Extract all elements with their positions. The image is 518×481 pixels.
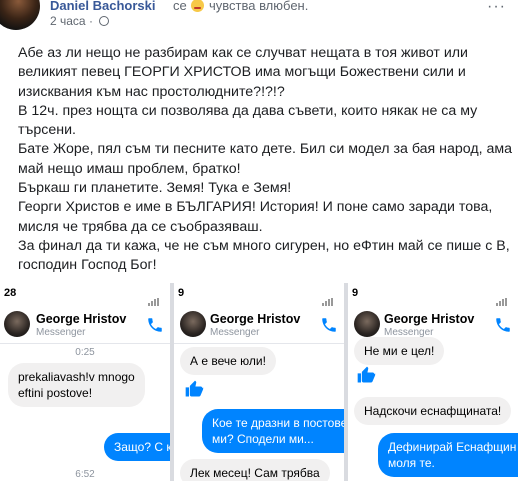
signal-icon — [322, 288, 340, 306]
feeling-prefix: се — [173, 0, 187, 13]
phone-icon — [322, 318, 336, 332]
phone-icon — [496, 318, 510, 332]
message-timestamp: 6:52 — [75, 469, 95, 480]
signal-icon — [148, 288, 166, 306]
photo-gallery: 28 George Hristov Messenger 0:25 prekali… — [0, 283, 518, 481]
contact-subtitle: Messenger — [36, 327, 86, 338]
author-avatar[interactable] — [0, 0, 40, 30]
chat-screenshot-2[interactable]: 9 George Hristov Messenger А е вече юли!… — [174, 283, 344, 481]
chat-screenshot-3[interactable]: 9 George Hristov Messenger Не ми е цел! … — [348, 283, 518, 481]
post-line: Абе аз ли нещо не разбирам как се случва… — [18, 45, 468, 61]
post-header: Daniel Bachorski се чувства влюбен. 2 ча… — [0, 0, 518, 40]
thumbs-up-icon — [185, 380, 204, 397]
message-line: eftini postove! — [18, 386, 93, 400]
post-meta: 2 часа · — [50, 14, 110, 28]
signal-icon — [496, 288, 514, 306]
more-options-icon[interactable]: ··· — [487, 0, 506, 16]
contact-name: George Hristov — [384, 312, 475, 326]
post-body: Абе аз ли нещо не разбирам как се случва… — [18, 44, 513, 276]
feeling-text: чувства влюбен. — [208, 0, 309, 13]
header-divider — [0, 343, 170, 344]
post-time[interactable]: 2 часа — [50, 14, 86, 28]
incoming-message: Не ми е цел! — [354, 337, 445, 365]
chat-screenshot-1[interactable]: 28 George Hristov Messenger 0:25 prekali… — [0, 283, 170, 481]
post-line: търсени. — [18, 122, 76, 139]
outgoing-message: Кое те дразни в постове ми? Сподели ми..… — [202, 409, 344, 453]
message-line: моля те. — [388, 456, 435, 470]
post-line: мисля че трябва да се съобразяваш. — [18, 218, 263, 235]
incoming-message: Лек месец! Сам трябва — [180, 459, 330, 481]
thumbs-up-icon — [357, 366, 376, 383]
message-line: prekaliavash!v mnogo — [18, 370, 135, 384]
post-line: великият певец ГЕОРГИ ХРИСТОВ има могъщи… — [18, 64, 466, 81]
outgoing-message: Дефинирай Еснафщин моля те. — [378, 433, 518, 477]
in-love-emoji-icon — [191, 0, 205, 12]
post-line: май нещо имаш проблем, братко! — [18, 160, 241, 177]
message-line: ми? Сподели ми... — [212, 432, 314, 446]
incoming-message: prekaliavash!v mnogo eftini postove! — [8, 363, 145, 407]
post-line: господин Господ Бог! — [18, 257, 157, 274]
status-time: 9 — [178, 287, 185, 299]
feeling-status: се чувства влюбен. — [173, 0, 308, 13]
contact-avatar — [180, 311, 206, 337]
post-line: За финал да ти кажа, че не съм много сиг… — [18, 237, 510, 254]
status-time: 9 — [352, 287, 359, 299]
globe-icon — [99, 16, 110, 26]
message-line: Дефинирай Еснафщин — [388, 440, 517, 454]
post-line: изисквания към нас простолюдните?!?!? — [18, 83, 285, 100]
post-line: Бъркаш ги планетите. Земя! Тука е Земя! — [18, 180, 292, 197]
post-line: Георги Христов е име в БЪЛГАРИЯ! История… — [18, 199, 493, 216]
header-divider — [174, 343, 344, 344]
phone-icon — [148, 318, 162, 332]
post-line: В 12ч. през нощта си позволява да дава с… — [18, 102, 478, 119]
incoming-message: Надскочи еснафщината! — [354, 397, 512, 425]
author-name[interactable]: Daniel Bachorski — [50, 0, 156, 13]
contact-avatar — [4, 311, 30, 337]
outgoing-message: Защо? С ко — [104, 433, 170, 461]
contact-subtitle: Messenger — [210, 327, 260, 338]
status-time: 28 — [4, 287, 17, 299]
contact-name: George Hristov — [36, 312, 127, 326]
incoming-message: А е вече юли! — [180, 347, 276, 375]
contact-avatar — [354, 311, 380, 337]
message-timestamp: 0:25 — [75, 347, 95, 358]
message-line: Кое те дразни в постове — [212, 416, 344, 430]
post-line: Бате Жоре, пял съм ти песните като дете.… — [18, 141, 513, 158]
contact-name: George Hristov — [210, 312, 301, 326]
